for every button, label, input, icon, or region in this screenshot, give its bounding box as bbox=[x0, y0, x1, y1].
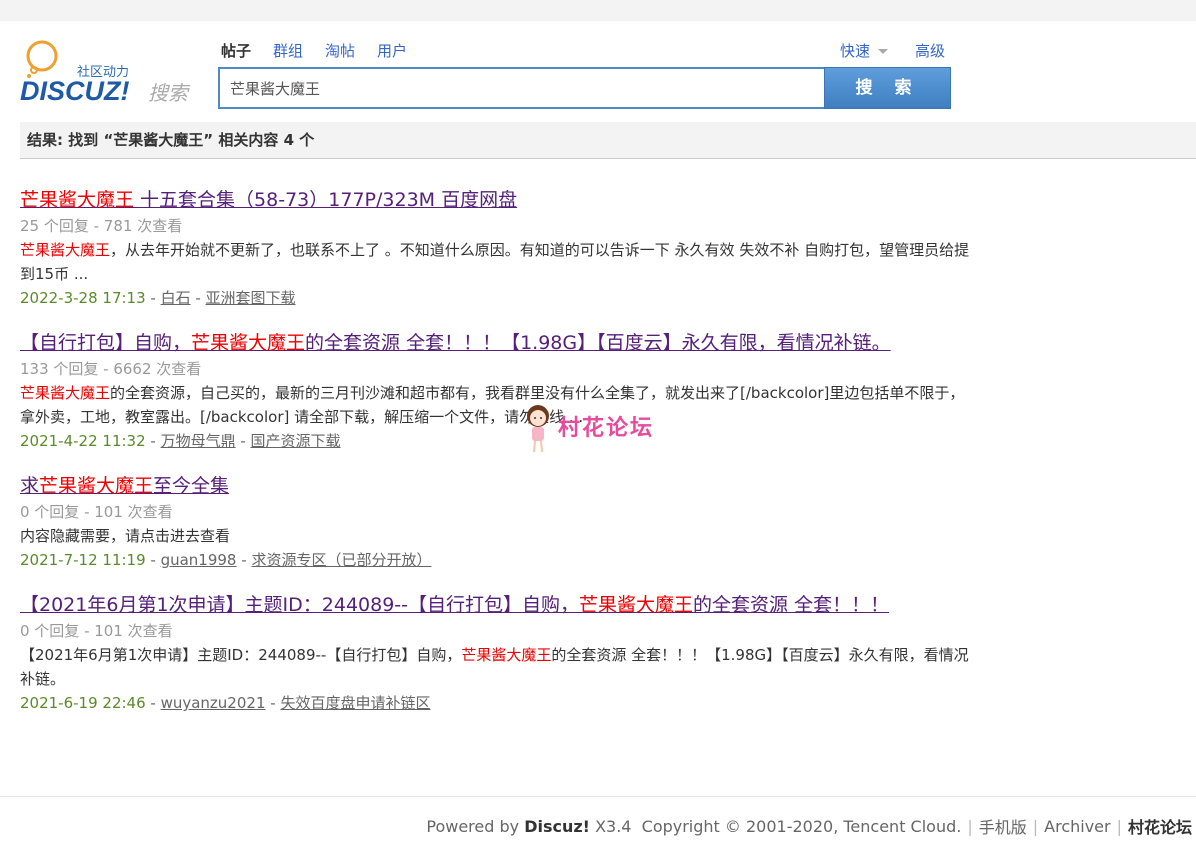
tab-users[interactable]: 用户 bbox=[377, 40, 407, 62]
version-label: X3.4 bbox=[595, 816, 632, 836]
footer: Powered by Discuz! X3.4 Copyright © 2001… bbox=[426, 814, 1192, 838]
powered-by-brand[interactable]: Discuz! bbox=[524, 817, 590, 836]
footer-link-mobile[interactable]: 手机版 bbox=[979, 814, 1027, 838]
result-date: 2021-4-22 11:32 bbox=[20, 432, 146, 450]
footer-separator: | bbox=[1032, 816, 1039, 836]
quick-search-label: 快速 bbox=[840, 42, 871, 60]
result-forum-link[interactable]: 失效百度盘申请补链区 bbox=[280, 694, 430, 712]
footer-separator: | bbox=[967, 816, 973, 836]
result-title-link[interactable]: 【2021年6月第1次申请】主题ID：244089--【自行打包】自购，芒果酱大… bbox=[20, 591, 889, 619]
result-stats: 0 个回复 - 101 次查看 bbox=[20, 503, 173, 521]
result-summary: 结果: 找到 “芒果酱大魔王” 相关内容 4 个 bbox=[20, 122, 1196, 159]
search-field-wrapper bbox=[218, 67, 824, 109]
result-item: 芒果酱大魔王 十五套合集（58-73）177P/323M 百度网盘 25 个回复… bbox=[20, 186, 970, 310]
result-info: 2022-3-28 17:13 - 白石 - 亚洲套图下载 bbox=[20, 289, 296, 307]
footer-link-archiver[interactable]: Archiver bbox=[1044, 817, 1110, 836]
tab-groups[interactable]: 群组 bbox=[273, 40, 303, 62]
result-snippet: 内容隐藏需要，请点击进去查看 bbox=[20, 527, 231, 545]
result-author-link[interactable]: 白石 bbox=[161, 289, 191, 307]
result-item: 求芒果酱大魔王至今全集 0 个回复 - 101 次查看 内容隐藏需要，请点击进去… bbox=[20, 472, 970, 572]
site-watermark: 村花论坛 bbox=[522, 402, 692, 456]
result-info: 2021-4-22 11:32 - 万物母气鼎 - 国产资源下载 bbox=[20, 432, 341, 450]
top-bar bbox=[0, 0, 1196, 21]
result-forum-link[interactable]: 亚洲套图下载 bbox=[206, 289, 296, 307]
girl-mascot-icon bbox=[527, 405, 549, 453]
result-snippet: 【2021年6月第1次申请】主题ID：244089--【自行打包】自购，芒果酱大… bbox=[20, 646, 969, 688]
quick-search-dropdown[interactable]: 快速 bbox=[840, 40, 889, 61]
tab-posts[interactable]: 帖子 bbox=[221, 40, 251, 62]
result-snippet: 芒果酱大魔王的全套资源，自己买的，最新的三月刊沙滩和超市都有，我看群里没有什么全… bbox=[20, 384, 965, 426]
logo-suffix: 搜索 bbox=[148, 83, 191, 105]
result-item: 【2021年6月第1次申请】主题ID：244089--【自行打包】自购，芒果酱大… bbox=[20, 591, 970, 715]
result-forum-link[interactable]: 国产资源下载 bbox=[251, 432, 341, 450]
result-author-link[interactable]: wuyanzu2021 bbox=[161, 694, 266, 712]
footer-divider bbox=[0, 796, 1196, 797]
result-date: 2021-6-19 22:46 bbox=[20, 694, 146, 712]
footer-separator: | bbox=[1116, 816, 1122, 836]
advanced-search-link[interactable]: 高级 bbox=[915, 40, 945, 61]
result-author-link[interactable]: guan1998 bbox=[161, 551, 237, 569]
result-title-link[interactable]: 求芒果酱大魔王至今全集 bbox=[20, 472, 229, 500]
result-info: 2021-7-12 11:19 - guan1998 - 求资源专区（已部分开放… bbox=[20, 551, 432, 569]
search-results: 芒果酱大魔王 十五套合集（58-73）177P/323M 百度网盘 25 个回复… bbox=[20, 186, 970, 734]
result-author-link[interactable]: 万物母气鼎 bbox=[161, 432, 236, 450]
watermark-text: 村花论坛 bbox=[558, 416, 655, 441]
discuz-logo[interactable]: 社区动力 DISCUZ! 搜索 bbox=[20, 38, 200, 108]
result-title-link[interactable]: 【自行打包】自购，芒果酱大魔王的全套资源 全套！！！【1.98G】【百度云】永久… bbox=[20, 329, 891, 357]
footer-link-site[interactable]: 村花论坛 bbox=[1128, 814, 1192, 838]
search-button[interactable]: 搜 索 bbox=[824, 67, 951, 109]
powered-by-label: Powered by bbox=[426, 816, 520, 836]
result-date: 2022-3-28 17:13 bbox=[20, 289, 146, 307]
result-forum-link[interactable]: 求资源专区（已部分开放） bbox=[251, 551, 431, 569]
result-info: 2021-6-19 22:46 - wuyanzu2021 - 失效百度盘申请补… bbox=[20, 694, 431, 712]
search-type-tabs: 帖子 群组 淘帖 用户 bbox=[221, 40, 407, 62]
chevron-down-icon bbox=[878, 49, 889, 54]
result-date: 2021-7-12 11:19 bbox=[20, 551, 146, 569]
result-item: 【自行打包】自购，芒果酱大魔王的全套资源 全套！！！【1.98G】【百度云】永久… bbox=[20, 329, 970, 453]
search-input[interactable] bbox=[220, 69, 824, 107]
result-title-link[interactable]: 芒果酱大魔王 十五套合集（58-73）177P/323M 百度网盘 bbox=[20, 186, 517, 214]
result-snippet: 芒果酱大魔王，从去年开始就不更新了，也联系不上了 。不知道什么原因。有知道的可以… bbox=[20, 241, 970, 283]
copyright-text: Copyright © 2001-2020, Tencent Cloud. bbox=[641, 816, 962, 836]
logo-brand: DISCUZ! bbox=[20, 76, 130, 106]
result-stats: 133 个回复 - 6662 次查看 bbox=[20, 360, 202, 378]
result-stats: 25 个回复 - 781 次查看 bbox=[20, 217, 183, 235]
tab-collections[interactable]: 淘帖 bbox=[325, 40, 355, 62]
result-stats: 0 个回复 - 101 次查看 bbox=[20, 622, 173, 640]
logo-graphic: 社区动力 DISCUZ! 搜索 bbox=[20, 40, 191, 106]
